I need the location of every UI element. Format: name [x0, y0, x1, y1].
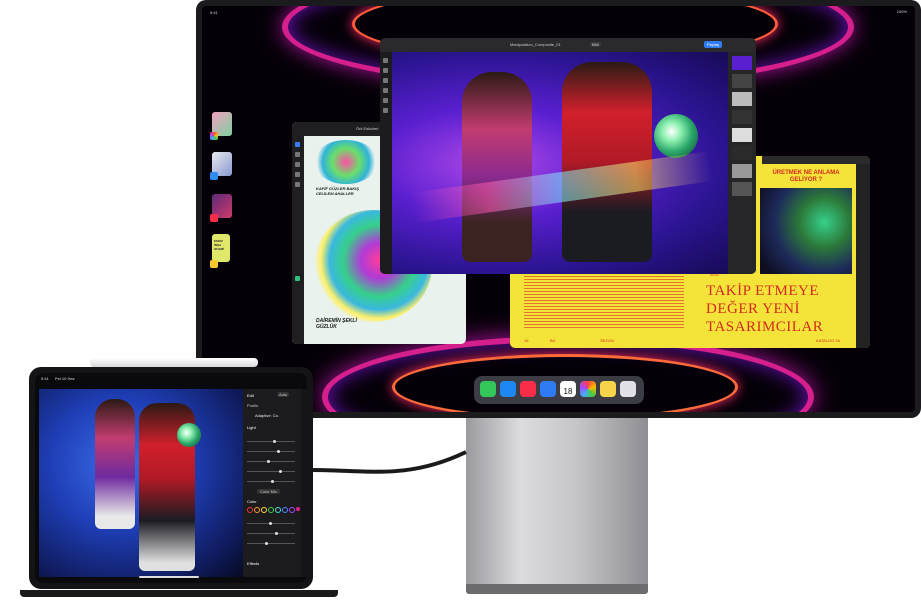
ipad-status-date: Pzt 10 Haz	[55, 376, 75, 381]
layer-thumb-7[interactable]	[732, 164, 752, 178]
swatch-purple[interactable]	[289, 507, 295, 513]
status-battery: 100%	[896, 9, 907, 14]
pencil-tool-icon[interactable]	[295, 142, 300, 147]
photo-editor-title: Manipulation_Composite_01	[510, 42, 561, 47]
mail-icon[interactable]	[540, 381, 556, 397]
magic-keyboard	[20, 590, 338, 597]
calendar-icon[interactable]: 18	[560, 381, 576, 397]
swatch-red[interactable]	[247, 507, 253, 513]
poster-big-title: TAKİP ETMEYE DEĞER YENİ TASARIMCILAR	[706, 283, 824, 335]
poster-body-text	[524, 270, 684, 330]
display-stand	[466, 418, 648, 590]
poster-footer-left: 16	[524, 338, 529, 343]
ipad-screen: 9:41 Pzt 10 Haz Edit Auto Profile Adapti…	[35, 373, 307, 583]
notes-icon	[210, 260, 218, 268]
color-mix-button[interactable]: Color Mix	[257, 489, 280, 494]
swatch-orange[interactable]	[254, 507, 260, 513]
edit-panel-title: Edit	[247, 393, 254, 398]
color-section[interactable]: Color	[247, 499, 257, 504]
slider-vibrance[interactable]	[247, 542, 295, 545]
music-icon[interactable]	[520, 381, 536, 397]
display-stand-foot	[466, 584, 648, 594]
layers-panel	[728, 52, 756, 274]
slider-tint[interactable]	[247, 532, 295, 535]
layer-thumb-3[interactable]	[732, 92, 752, 106]
swatch-green[interactable]	[268, 507, 274, 513]
auto-button[interactable]: Auto	[277, 392, 290, 397]
layer-thumb-8[interactable]	[732, 182, 752, 196]
slider-highlights[interactable]	[247, 460, 295, 463]
color-swatch-icon[interactable]	[295, 276, 300, 281]
files-icon[interactable]	[620, 381, 636, 397]
layer-thumb-4[interactable]	[732, 110, 752, 124]
poster-topbar	[762, 156, 870, 164]
poster-headline: ÜRETMEK NE ANLAMA GELİYOR ?	[772, 170, 840, 183]
status-time: 9:41	[210, 10, 218, 15]
poster-art	[760, 188, 852, 274]
swatch-blue[interactable]	[282, 507, 288, 513]
messages-icon[interactable]	[480, 381, 496, 397]
selection-tool-icon[interactable]	[295, 182, 300, 187]
poster-footer-mid1: BU	[550, 338, 556, 343]
layer-thumb-5[interactable]	[732, 128, 752, 142]
profile-label: Profile	[247, 403, 259, 408]
ipad-figure-left	[95, 399, 135, 529]
photos-icon	[210, 132, 218, 140]
sketch-toolbar	[292, 136, 304, 344]
slider-contrast[interactable]	[247, 450, 295, 453]
layer-thumb-2[interactable]	[732, 74, 752, 88]
swatch-magenta[interactable]	[296, 507, 300, 511]
slider-whites[interactable]	[247, 480, 295, 483]
eraser-tool-icon[interactable]	[295, 162, 300, 167]
ipad-home-indicator	[139, 576, 199, 578]
notes-icon[interactable]	[600, 381, 616, 397]
profile-select[interactable]: Adaptive: Co.	[255, 413, 279, 418]
layer-thumb-6[interactable]	[732, 146, 752, 160]
slider-temp[interactable]	[247, 522, 295, 525]
notes-thumb-text: ESKİZ İNŞA İZLEMİ	[214, 239, 224, 251]
ipad-status-time: 9:41	[41, 376, 49, 381]
slider-shadows[interactable]	[247, 470, 295, 473]
layer-thumb-1[interactable]	[732, 56, 752, 70]
swatch-yellow[interactable]	[261, 507, 267, 513]
dock: 18	[474, 376, 644, 404]
usb-c-cable	[311, 450, 467, 474]
smudge-tool-icon[interactable]	[295, 172, 300, 177]
calendar-day: 18	[563, 387, 573, 396]
light-section[interactable]: Light	[247, 425, 256, 430]
ipad-canvas[interactable]	[39, 389, 243, 577]
canvas-glass-orb	[654, 114, 698, 158]
poster-toolbar	[856, 156, 870, 348]
safari-icon	[210, 172, 218, 180]
safari-icon[interactable]	[500, 381, 516, 397]
swatch-aqua[interactable]	[275, 507, 281, 513]
music-icon	[210, 214, 218, 222]
brush-tool-icon[interactable]	[295, 152, 300, 157]
share-button[interactable]: Paylaş	[704, 41, 723, 48]
poster-footer-right: KATALOG 16	[816, 338, 840, 343]
color-swatches	[247, 507, 300, 513]
slider-exposure[interactable]	[247, 440, 295, 443]
effects-section[interactable]: Effects	[247, 561, 259, 566]
apple-pencil	[90, 358, 258, 367]
ipad-right-toolbar	[301, 389, 307, 577]
photo-editor-done[interactable]: Bitti	[590, 42, 601, 47]
photos-icon[interactable]	[580, 381, 596, 397]
poster-footer-mid2: SEZON	[600, 338, 614, 343]
ipad-edit-panel: Edit Auto Profile Adaptive: Co. Light Co…	[243, 389, 301, 577]
stage-manager-notes[interactable]: ESKİZ İNŞA İZLEMİ	[212, 234, 230, 262]
ipad-glass-orb	[177, 423, 201, 447]
